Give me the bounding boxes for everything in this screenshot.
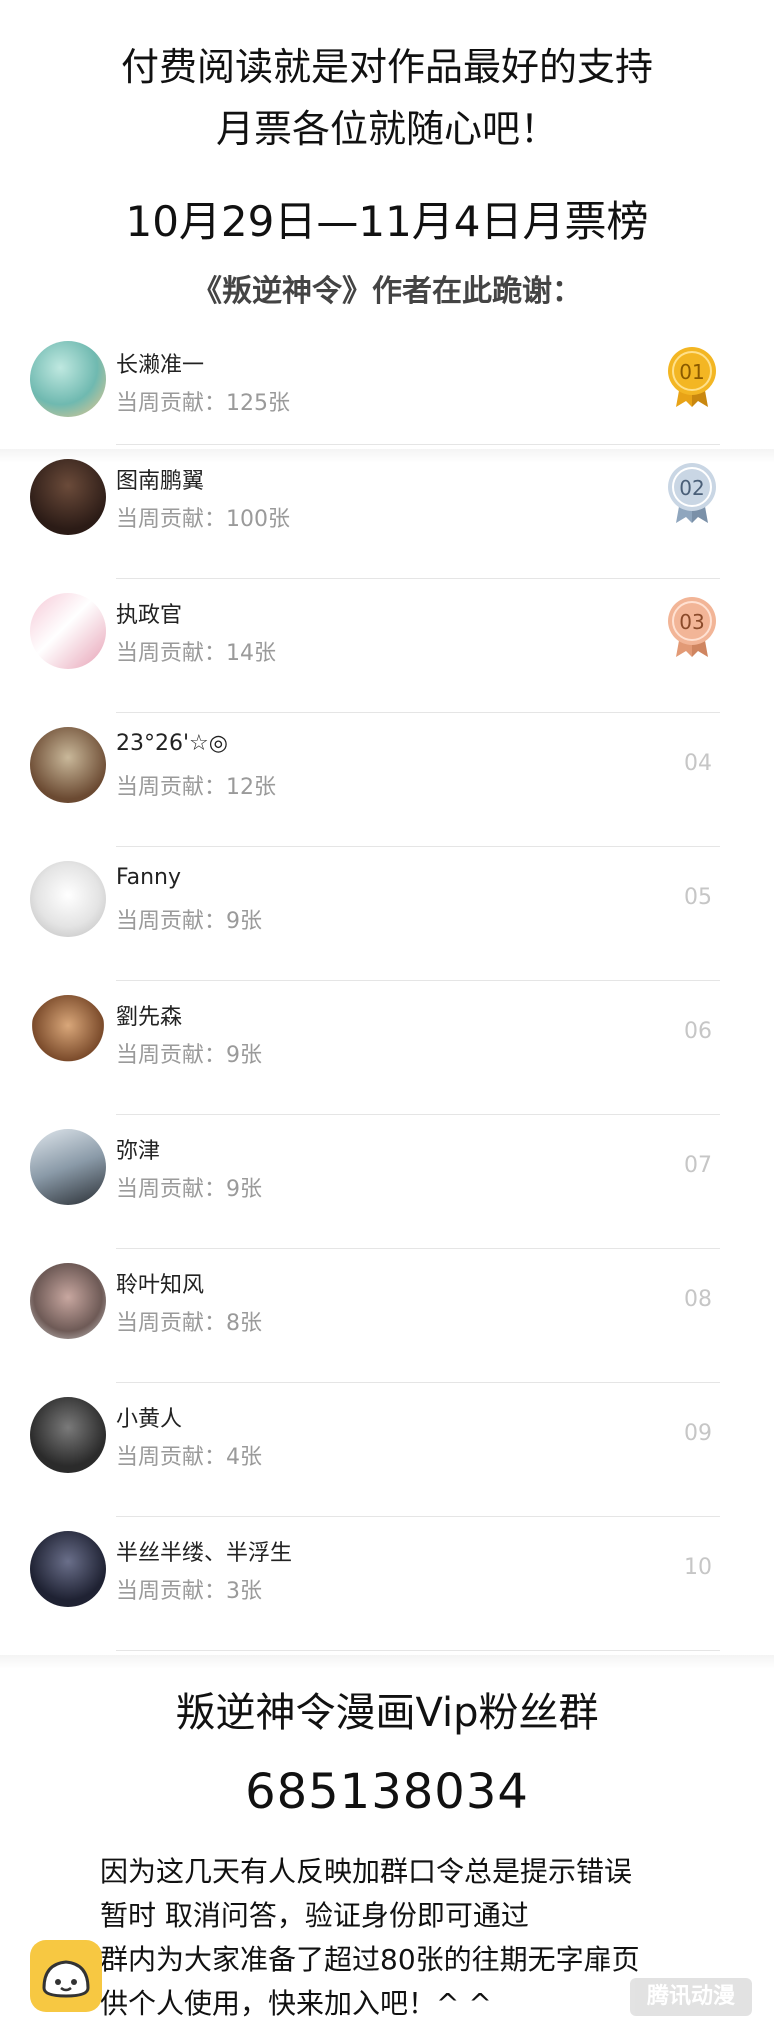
row-divider [116, 1650, 720, 1651]
user-name: 劉先森 [116, 1005, 183, 1030]
user-name: 23°26'☆◎ [116, 731, 228, 756]
row-divider [116, 712, 720, 713]
silver-medal-icon: 02 [668, 463, 716, 523]
user-name: 聆叶知风 [116, 1273, 205, 1298]
user-name: 长濑准一 [116, 353, 205, 378]
user-name: 半丝半缕、半浮生 [116, 1541, 293, 1566]
row-divider [116, 1248, 720, 1249]
weekly-contribution: 当周贡献：9张 [116, 1043, 263, 1068]
rank-number: 09 [684, 1421, 712, 1446]
row-divider [116, 846, 720, 847]
weekly-contribution: 当周贡献：12张 [116, 775, 277, 800]
leaderboard-row-8[interactable]: 聆叶知风 当周贡献：8张 08 [0, 1263, 774, 1397]
leaderboard-row-5[interactable]: Fanny 当周贡献：9张 05 [0, 861, 774, 995]
weekly-contribution: 当周贡献：9张 [116, 909, 263, 934]
gold-medal-icon: 01 [668, 347, 716, 407]
row-divider [116, 1382, 720, 1383]
user-avatar[interactable] [30, 1263, 106, 1339]
shade-band [0, 1655, 774, 1669]
leaderboard-row-1[interactable]: 长濑准一 当周贡献：125张 01 [0, 325, 774, 459]
weekly-contribution: 当周贡献：4张 [116, 1445, 263, 1470]
notice-line-2: 暂时 取消问答，验证身份即可通过 [100, 1899, 529, 1932]
svg-text:01: 01 [679, 360, 704, 384]
bun-logo-icon [30, 1940, 102, 2012]
user-avatar[interactable] [30, 861, 106, 937]
tencent-comic-watermark: 腾讯动漫 [630, 1978, 752, 2016]
notice-line-1: 因为这几天有人反映加群口令总是提示错误 [100, 1855, 633, 1888]
user-name: 图南鹏翼 [116, 469, 205, 494]
leaderboard-row-2[interactable]: 图南鹏翼 当周贡献：100张 02 [0, 459, 774, 593]
date-range-title: 10月29日—11月4日月票榜 [125, 197, 649, 246]
user-avatar[interactable] [30, 995, 106, 1071]
weekly-contribution: 当周贡献：125张 [116, 391, 291, 416]
notice-line-3: 群内为大家准备了超过80张的往期无字扉页 [100, 1943, 640, 1976]
fan-group-notice: 因为这几天有人反映加群口令总是提示错误 暂时 取消问答，验证身份即可通过 群内为… [100, 1850, 720, 2026]
row-divider [116, 578, 720, 579]
weekly-contribution: 当周贡献：8张 [116, 1311, 263, 1336]
user-avatar[interactable] [30, 1397, 106, 1473]
weekly-contribution: 当周贡献：100张 [116, 507, 291, 532]
user-avatar[interactable] [30, 459, 106, 535]
rank-number: 10 [684, 1555, 712, 1580]
rank-number: 07 [684, 1153, 712, 1178]
leaderboard-row-6[interactable]: 劉先森 当周贡献：9张 06 [0, 995, 774, 1129]
user-name: 弥津 [116, 1139, 161, 1164]
leaderboard-row-4[interactable]: 23°26'☆◎ 当周贡献：12张 04 [0, 727, 774, 861]
row-divider [116, 980, 720, 981]
fan-group-number: 685138034 [245, 1764, 529, 1820]
bun-face-icon [42, 1960, 90, 1998]
leaderboard-row-9[interactable]: 小黄人 当周贡献：4张 09 [0, 1397, 774, 1531]
bronze-medal-icon: 03 [668, 597, 716, 657]
fan-group-title: 叛逆神令漫画Vip粉丝群 [175, 1690, 599, 1736]
leaderboard-row-10[interactable]: 半丝半缕、半浮生 当周贡献：3张 10 [0, 1531, 774, 1665]
header-line1: 付费阅读就是对作品最好的支持 [120, 45, 653, 89]
weekly-contribution: 当周贡献：14张 [116, 641, 277, 666]
row-divider [116, 1516, 720, 1517]
user-name: 执政官 [116, 603, 183, 628]
rank-number: 06 [684, 1019, 712, 1044]
rank-number: 05 [684, 885, 712, 910]
rank-number: 08 [684, 1287, 712, 1312]
user-avatar[interactable] [30, 593, 106, 669]
user-name: 小黄人 [116, 1407, 183, 1432]
user-avatar[interactable] [30, 1129, 106, 1205]
row-divider [116, 444, 720, 445]
user-avatar[interactable] [30, 341, 106, 417]
weekly-contribution: 当周贡献：3张 [116, 1579, 263, 1604]
svg-text:03: 03 [679, 610, 704, 634]
header-line2: 月票各位就随心吧！ [215, 107, 558, 151]
row-divider [116, 1114, 720, 1115]
notice-line-4: 供个人使用，快来加入吧！^ ^ [100, 1987, 492, 2020]
user-name: Fanny [116, 865, 182, 890]
user-avatar[interactable] [30, 727, 106, 803]
leaderboard-row-3[interactable]: 执政官 当周贡献：14张 03 [0, 593, 774, 727]
weekly-contribution: 当周贡献：9张 [116, 1177, 263, 1202]
leaderboard-row-7[interactable]: 弥津 当周贡献：9张 07 [0, 1129, 774, 1263]
user-avatar[interactable] [30, 1531, 106, 1607]
rank-number: 04 [684, 751, 712, 776]
author-thanks: 《叛逆神令》作者在此跪谢： [192, 274, 582, 309]
svg-text:02: 02 [679, 476, 704, 500]
